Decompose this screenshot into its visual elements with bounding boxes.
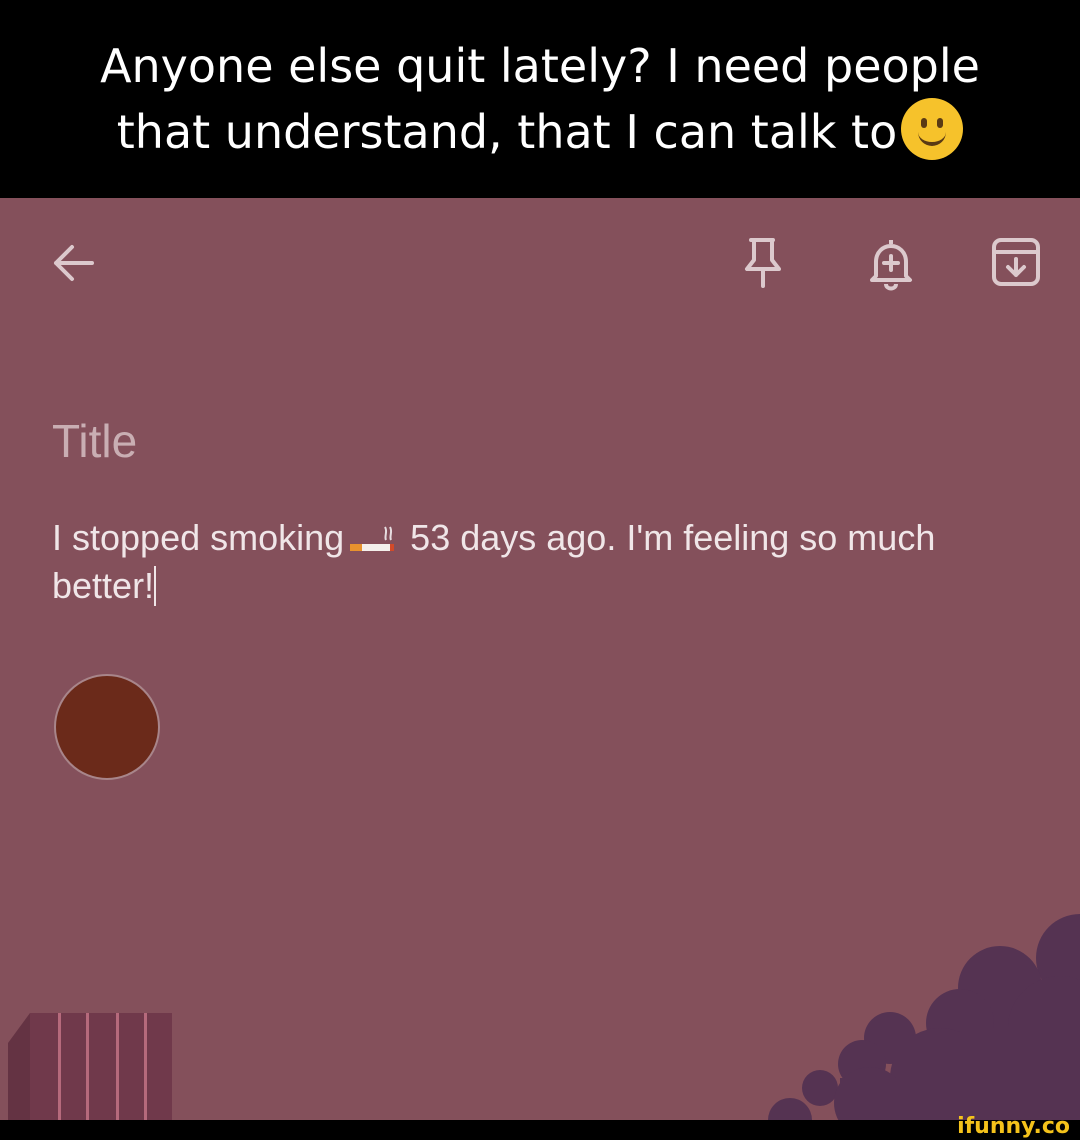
arrow-back-icon[interactable] [48, 238, 98, 292]
note-color-swatch[interactable] [54, 674, 160, 780]
meme-caption: Anyone else quit lately? I need people t… [0, 0, 1080, 198]
pin-icon[interactable] [740, 236, 786, 294]
background-illustration [8, 914, 1080, 1120]
text-cursor [154, 566, 157, 606]
note-body-input[interactable]: I stopped smoking 53 days ago. I'm feeli… [52, 514, 1032, 610]
note-editor-screen: Title I stopped smoking 53 days ago. I'm… [0, 198, 1080, 1120]
caption-line-1: Anyone else quit lately? I need people [100, 39, 980, 93]
archive-icon[interactable] [990, 236, 1042, 292]
caption-line-2: that understand, that I can talk to [116, 105, 898, 159]
bottom-bar [0, 1120, 1080, 1140]
note-title-input[interactable]: Title [52, 414, 137, 468]
bell-plus-icon[interactable] [866, 236, 916, 296]
caption-text: Anyone else quit lately? I need people t… [30, 34, 1050, 164]
cigarette-icon [350, 526, 395, 551]
smiley-face-icon [901, 98, 964, 160]
note-body-text-start: I stopped smoking [52, 517, 345, 558]
ifunny-watermark: ifunny.co [957, 1114, 1070, 1139]
